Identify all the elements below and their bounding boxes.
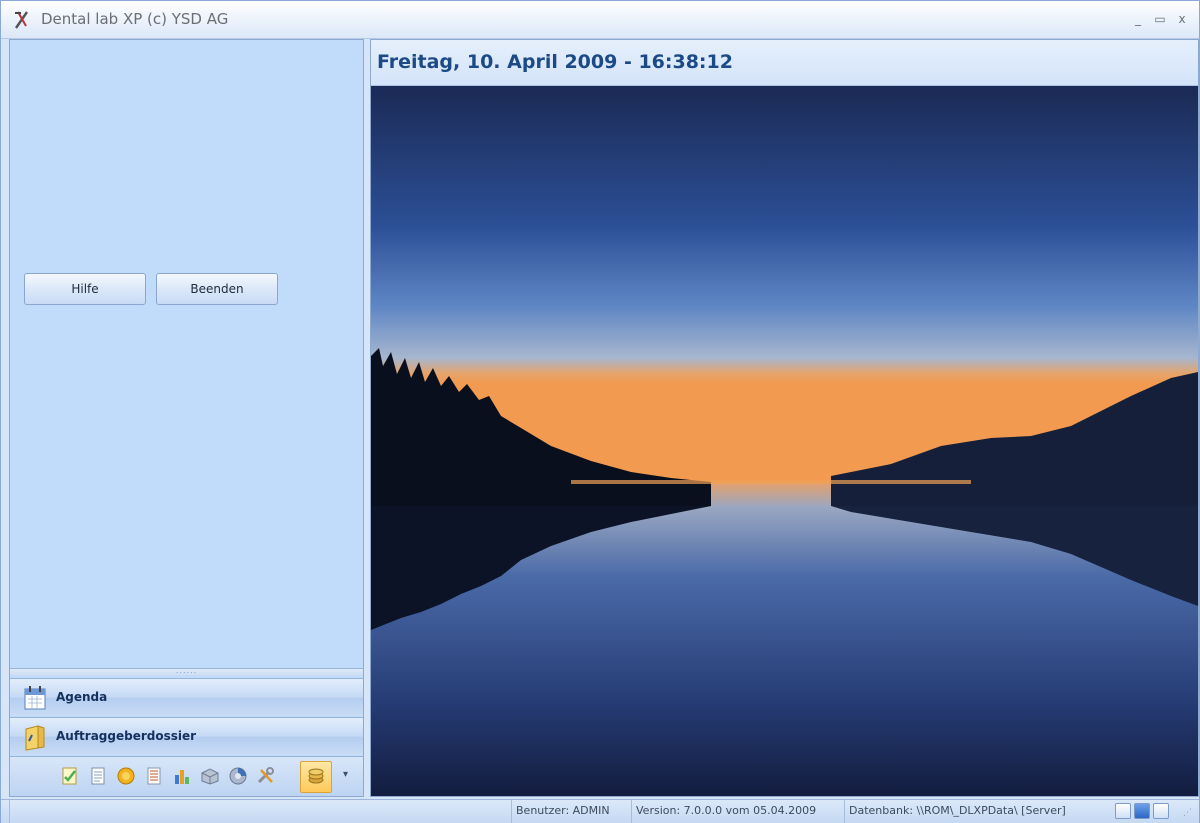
app-tooth-tool-icon bbox=[14, 11, 29, 29]
nav-item-auftraggeberdossier[interactable]: Auftraggeberdossier bbox=[10, 717, 363, 755]
nav-item-label: Auftraggeberdossier bbox=[56, 729, 197, 743]
tools-icon[interactable] bbox=[256, 766, 276, 786]
main-content: Freitag, 10. April 2009 - 16:38:12 bbox=[370, 39, 1199, 797]
box-icon[interactable] bbox=[200, 766, 220, 786]
close-button[interactable]: x bbox=[1171, 9, 1193, 29]
window-title: Dental lab XP (c) YSD AG bbox=[41, 10, 229, 28]
resize-grip-icon[interactable]: ⋰ bbox=[1183, 808, 1192, 818]
nav-item-agenda[interactable]: Agenda bbox=[10, 678, 363, 716]
app-window: Dental lab XP (c) YSD AG _ ▭ x Hilfe Bee… bbox=[0, 0, 1200, 823]
document-icon[interactable] bbox=[88, 766, 108, 786]
status-database: Datenbank: \\ROM\_DLXPData\ [Server] bbox=[844, 800, 1070, 823]
status-bar: Benutzer: ADMIN Version: 7.0.0.0 vom 05.… bbox=[1, 799, 1199, 823]
title-bar[interactable]: Dental lab XP (c) YSD AG _ ▭ x bbox=[1, 1, 1199, 39]
chart-icon[interactable] bbox=[172, 766, 192, 786]
checklist-icon[interactable] bbox=[60, 766, 80, 786]
list-icon[interactable] bbox=[144, 766, 164, 786]
navigation-panel: Hilfe Beenden ...... Agenda Auftraggeber… bbox=[9, 39, 364, 797]
folder-dossier-icon bbox=[25, 725, 45, 751]
exit-button[interactable]: Beenden bbox=[156, 273, 278, 305]
help-button[interactable]: Hilfe bbox=[24, 273, 146, 305]
view-normal-icon[interactable] bbox=[1115, 803, 1131, 819]
quick-launch-toolbar: ▾ bbox=[10, 756, 363, 796]
minimize-button[interactable]: _ bbox=[1127, 9, 1149, 29]
toolbar-more-chevron[interactable]: ▾ bbox=[343, 769, 348, 780]
status-version: Version: 7.0.0.0 vom 05.04.2009 bbox=[631, 800, 820, 823]
panel-splitter[interactable]: ...... bbox=[10, 667, 363, 676]
status-empty-segment bbox=[9, 800, 41, 823]
nav-item-label: Agenda bbox=[56, 690, 108, 704]
coins-icon[interactable] bbox=[116, 766, 136, 786]
zoom-icon[interactable] bbox=[1153, 803, 1169, 819]
maximize-button[interactable]: ▭ bbox=[1149, 9, 1171, 29]
status-user: Benutzer: ADMIN bbox=[511, 800, 614, 823]
calendar-icon bbox=[24, 686, 46, 710]
coin-stack-icon[interactable] bbox=[306, 766, 326, 786]
current-datetime: Freitag, 10. April 2009 - 16:38:12 bbox=[377, 51, 733, 73]
disc-icon[interactable] bbox=[228, 766, 248, 786]
play-icon[interactable] bbox=[1134, 803, 1150, 819]
lake-at-dusk-image bbox=[371, 86, 1198, 796]
date-header: Freitag, 10. April 2009 - 16:38:12 bbox=[371, 40, 1198, 86]
